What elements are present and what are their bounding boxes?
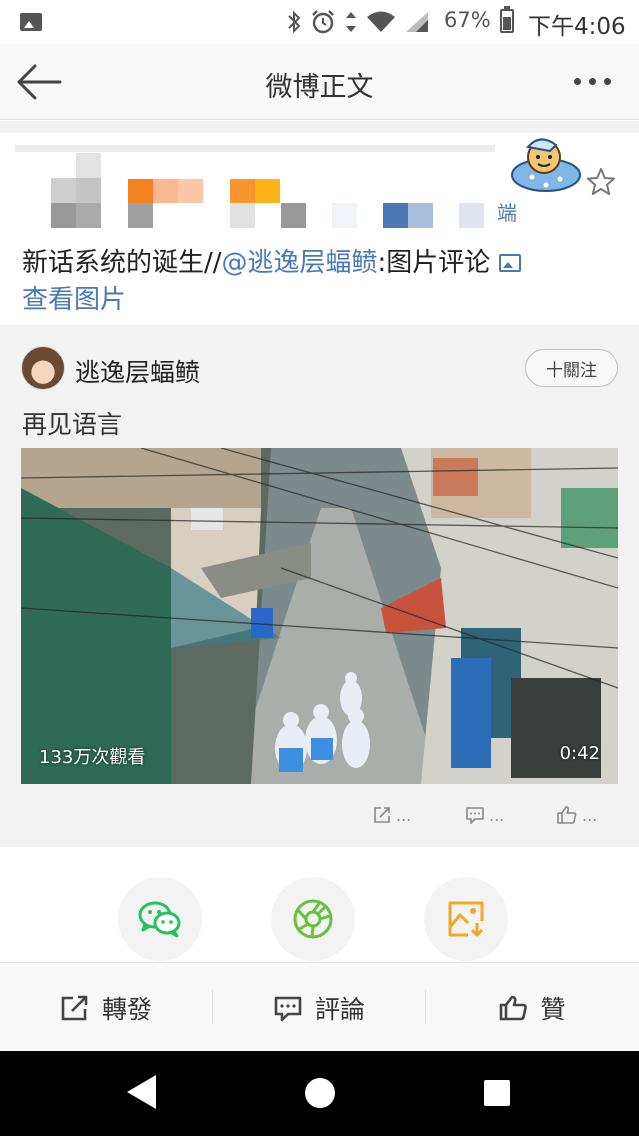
nav-bar: 微博正文 [0, 44, 639, 120]
member-badge-icon [511, 138, 581, 192]
bluetooth-icon [288, 10, 301, 34]
save-image-button[interactable] [424, 877, 508, 961]
system-nav-bar [0, 1051, 639, 1136]
alarm-icon [312, 10, 334, 34]
battery-percent: 67% [444, 8, 491, 32]
repost-author[interactable]: 逃逸层蝠鲼 [75, 353, 200, 389]
image-icon [20, 13, 42, 31]
video-player[interactable]: 133万次觀看 0:42 [21, 448, 618, 784]
like-label: 贊 [540, 994, 566, 1024]
share-row [0, 847, 639, 962]
clock: 下午4:06 [528, 14, 626, 40]
comment-label: 評論 [314, 994, 365, 1024]
comment-button[interactable]: 評論 [213, 963, 425, 1052]
moments-share-button[interactable] [271, 877, 355, 961]
more-button[interactable] [574, 74, 624, 88]
comment-icon [274, 996, 302, 1021]
bottom-action-bar: 轉發 評論 贊 [0, 962, 639, 1051]
like-button[interactable]: 贊 [426, 963, 638, 1052]
repost-label: 轉發 [101, 994, 152, 1024]
post-text-prefix: 新话系统的诞生// [22, 248, 222, 278]
card-repost-button[interactable]: ... [372, 805, 411, 825]
post-content: 新话系统的诞生//@逃逸层蝠鲼:图片评论 查看图片 [22, 245, 542, 319]
system-recents-icon[interactable] [484, 1080, 510, 1106]
divider [0, 121, 639, 133]
share-arrow-icon [61, 995, 88, 1020]
avatar[interactable] [21, 346, 65, 390]
signal-icon [406, 12, 428, 32]
repost-text: 再见语言 [22, 410, 123, 439]
page-title: 微博正文 [265, 72, 374, 103]
status-bar: 67% 下午4:06 [0, 0, 639, 44]
blurred-line [15, 145, 495, 152]
data-arrows-icon [346, 12, 356, 32]
wechat-share-button[interactable] [118, 877, 202, 961]
follow-button[interactable]: 十關注 [525, 349, 618, 387]
mention-link[interactable]: @逃逸层蝠鲼 [222, 248, 378, 278]
view-count: 133万次觀看 [39, 747, 146, 768]
more-dots-icon [574, 77, 581, 85]
comment-icon [466, 807, 484, 824]
card-like-button[interactable]: ... [556, 805, 597, 825]
repost-card[interactable]: 逃逸层蝠鲼 十關注 再见语言 133万次觀看 0:42 ... ... ... [0, 325, 639, 847]
wechat-icon [138, 901, 181, 938]
status-icons [286, 8, 430, 36]
share-arrow-icon [374, 807, 390, 823]
card-repost-count: ... [396, 805, 412, 825]
source-label: 端 [497, 201, 517, 225]
video-duration: 0:42 [559, 743, 600, 764]
thumbs-up-icon [557, 806, 577, 824]
wifi-icon [367, 11, 395, 32]
save-image-icon [448, 901, 484, 937]
card-like-count: ... [582, 805, 598, 825]
video-thumbnail [21, 448, 618, 784]
post-text-suffix: :图片评论 [377, 248, 491, 278]
card-comment-count: ... [489, 805, 505, 825]
card-comment-button[interactable]: ... [465, 805, 504, 825]
card-actions: ... ... ... [0, 805, 639, 835]
system-home-icon[interactable] [305, 1078, 335, 1108]
battery-icon [500, 6, 514, 33]
post-header: 端 新话系统的诞生//@逃逸层蝠鲼:图片评论 查看图片 [0, 133, 639, 325]
system-back-icon[interactable] [127, 1075, 156, 1109]
moments-aperture-icon [293, 899, 333, 939]
repost-button[interactable]: 轉發 [0, 963, 212, 1052]
view-image-label: 查看图片 [22, 285, 127, 315]
thumbs-up-icon [500, 995, 528, 1020]
favorite-star-icon[interactable] [585, 166, 617, 198]
picture-icon [498, 254, 521, 272]
